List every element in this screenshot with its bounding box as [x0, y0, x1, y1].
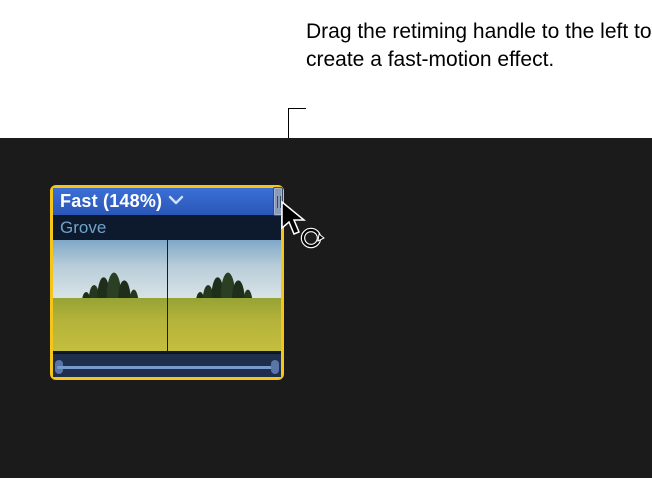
audio-fade-handle-right[interactable] [271, 360, 279, 374]
audio-waveform [53, 353, 281, 377]
filmstrip [53, 240, 281, 351]
speed-bar[interactable]: Fast (148%) [53, 188, 281, 215]
thumbnail [53, 240, 168, 351]
thumbnail [168, 240, 282, 351]
waveform-line [57, 366, 277, 369]
annotation-text: Drag the retiming handle to the left to … [306, 18, 652, 75]
video-clip[interactable]: Fast (148%) Grove [50, 185, 284, 380]
chevron-down-icon[interactable] [168, 193, 184, 211]
speed-label: Fast (148%) [60, 191, 162, 212]
clip-name: Grove [60, 218, 106, 238]
retiming-handle[interactable] [273, 187, 283, 216]
